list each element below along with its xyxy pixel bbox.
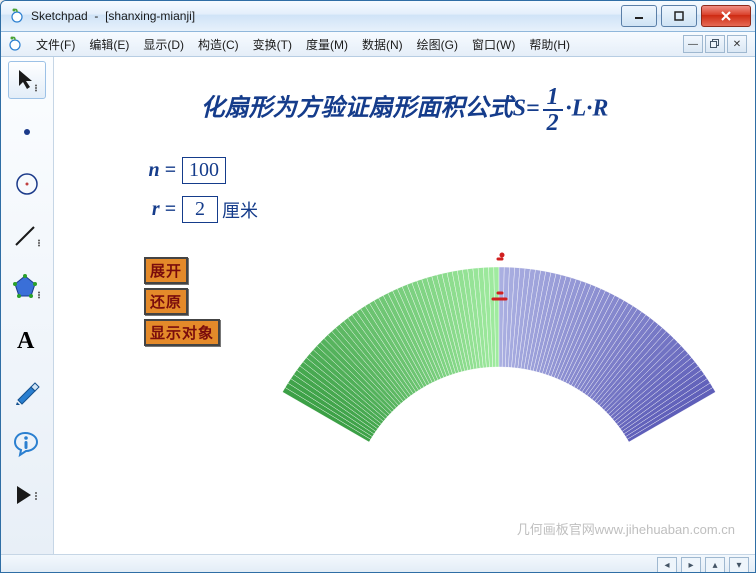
param-n: n = 100 (142, 157, 258, 184)
titlebar[interactable]: Sketchpad - [shanxing-mianji] (1, 1, 755, 32)
mdi-close-button[interactable]: ✕ (727, 35, 747, 53)
circle-tool[interactable] (8, 165, 46, 203)
arrow-tool[interactable] (8, 61, 46, 99)
menu-measure[interactable]: 度量(M) (299, 33, 355, 56)
show-objects-button[interactable]: 显示对象 (144, 319, 220, 346)
toolbox: A (1, 57, 54, 554)
menu-construct[interactable]: 构造(C) (191, 33, 246, 56)
action-buttons: 展开 还原 显示对象 (144, 257, 220, 346)
statusbar: ◂ ▸ ▴ ▾ (1, 554, 755, 573)
menu-file[interactable]: 文件(F) (29, 33, 82, 56)
title-post: ·L·R (566, 96, 609, 122)
menu-edit[interactable]: 编辑(E) (82, 33, 136, 56)
work-area: A 化扇形为方验证扇形面积公式S=12·L·R n = 100 r = 2 厘米 (1, 57, 755, 554)
menubar: 文件(F) 编辑(E) 显示(D) 构造(C) 变换(T) 度量(M) 数据(N… (1, 32, 755, 57)
scroll-down-button[interactable]: ▾ (729, 557, 749, 573)
title-pre: 化扇形为方验证扇形面积公式S= (201, 96, 540, 122)
point-tool[interactable] (8, 113, 46, 151)
polygon-tool[interactable] (8, 269, 46, 307)
r-unit: 厘米 (222, 197, 258, 223)
page-title: 化扇形为方验证扇形面积公式S=12·L·R (54, 85, 755, 135)
fan-diagram (264, 197, 734, 457)
custom-tool[interactable] (8, 477, 46, 515)
line-tool[interactable] (8, 217, 46, 255)
scroll-right-button[interactable]: ▸ (681, 557, 701, 573)
menu-help[interactable]: 帮助(H) (522, 33, 577, 56)
app-icon-small (7, 36, 23, 52)
app-window: Sketchpad - [shanxing-mianji] 文件(F) 编辑(E… (0, 0, 756, 573)
n-value[interactable]: 100 (182, 157, 226, 184)
mdi-minimize-button[interactable]: — (683, 35, 703, 53)
mdi-restore-button[interactable] (705, 35, 725, 53)
maximize-button[interactable] (661, 5, 697, 27)
info-tool[interactable] (8, 425, 46, 463)
scroll-left-button[interactable]: ◂ (657, 557, 677, 573)
marker-tool[interactable] (8, 373, 46, 411)
window-controls (617, 5, 751, 27)
menu-display[interactable]: 显示(D) (136, 33, 191, 56)
canvas[interactable]: 化扇形为方验证扇形面积公式S=12·L·R n = 100 r = 2 厘米 展… (54, 57, 755, 554)
r-label: r = (142, 198, 176, 221)
param-r: r = 2 厘米 (142, 196, 258, 223)
restore-button[interactable]: 还原 (144, 288, 188, 315)
mdi-controls: — ✕ (683, 35, 751, 53)
app-icon (9, 8, 25, 24)
window-title: Sketchpad - [shanxing-mianji] (31, 9, 195, 23)
parameters: n = 100 r = 2 厘米 (142, 157, 258, 235)
expand-button[interactable]: 展开 (144, 257, 188, 284)
menu-window[interactable]: 窗口(W) (465, 33, 522, 56)
scroll-up-button[interactable]: ▴ (705, 557, 725, 573)
n-label: n = (142, 159, 176, 182)
menu-data[interactable]: 数据(N) (355, 33, 410, 56)
svg-text:A: A (17, 328, 35, 352)
close-button[interactable] (701, 5, 751, 27)
text-tool[interactable]: A (8, 321, 46, 359)
minimize-button[interactable] (621, 5, 657, 27)
menu-graph[interactable]: 绘图(G) (410, 33, 465, 56)
watermark: 几何画板官网www.jihehuaban.com.cn (517, 519, 735, 538)
menu-transform[interactable]: 变换(T) (246, 33, 299, 56)
fraction: 12 (543, 85, 563, 135)
r-value[interactable]: 2 (182, 196, 218, 223)
